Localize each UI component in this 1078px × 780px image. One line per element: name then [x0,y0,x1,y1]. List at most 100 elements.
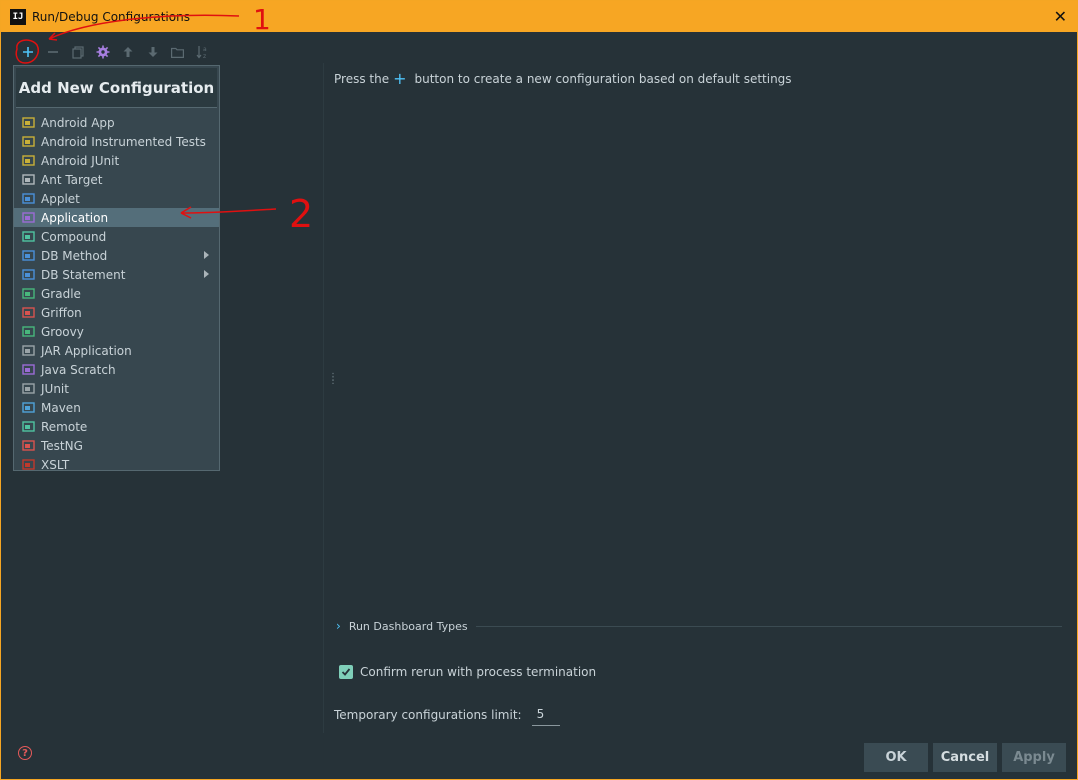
griffon-icon [21,306,35,320]
config-type-java-scratch[interactable]: Java Scratch [14,360,219,379]
application-icon [21,211,35,225]
config-type-application[interactable]: Application [14,208,219,227]
config-type-label: Android App [41,115,115,130]
testng-icon [21,439,35,453]
settings-button[interactable] [90,41,115,63]
remote-icon [21,420,35,434]
config-type-label: Groovy [41,324,84,339]
configuration-type-list: Android App Android Instrumented Tests And… [14,113,219,474]
copy-button[interactable] [65,41,90,63]
remove-icon [47,51,58,53]
config-type-label: Applet [41,191,80,206]
config-type-label: Compound [41,229,107,244]
run-dashboard-section[interactable]: › Run Dashboard Types [336,619,1062,633]
db-method-icon [21,249,35,263]
hint-before: Press the [334,72,390,86]
config-type-ant-target[interactable]: Ant Target [14,170,219,189]
remove-button[interactable] [40,41,65,63]
config-type-android-instrumented-tests[interactable]: Android Instrumented Tests [14,132,219,151]
popup-title: Add New Configuration [16,68,217,108]
confirm-rerun-label: Confirm rerun with process termination [360,665,597,679]
config-type-label: DB Method [41,248,108,263]
move-up-button[interactable] [115,41,140,63]
maven-icon [21,401,35,415]
folder-icon [171,47,184,58]
config-type-gradle[interactable]: Gradle [14,284,219,303]
sort-icon: az [196,46,207,59]
temp-limit-row: Temporary configurations limit: 5 [334,703,560,726]
apply-button[interactable]: Apply [1002,743,1066,772]
confirm-rerun-option[interactable]: Confirm rerun with process termination [339,665,596,679]
config-type-label: Remote [41,419,88,434]
config-type-label: Java Scratch [41,362,116,377]
splitter-handle[interactable]: ⋮ ⋮ [328,373,338,386]
window-title: Run/Debug Configurations [32,9,190,24]
add-button[interactable] [15,41,40,63]
java-scratch-icon [21,363,35,377]
config-type-groovy[interactable]: Groovy [14,322,219,341]
submenu-arrow-icon [204,251,209,259]
android-tests-icon [21,135,35,149]
submenu-arrow-icon [204,270,209,278]
config-type-maven[interactable]: Maven [14,398,219,417]
checkmark-icon [341,668,351,676]
config-type-testng[interactable]: TestNG [14,436,219,455]
help-icon[interactable]: ? [18,746,32,760]
config-type-xslt[interactable]: XSLT [14,455,219,474]
confirm-rerun-checkbox[interactable] [339,665,353,679]
config-type-label: Android JUnit [41,153,120,168]
gradle-icon [21,287,35,301]
config-type-junit[interactable]: JUnit [14,379,219,398]
compound-icon [21,230,35,244]
run-dashboard-label: Run Dashboard Types [348,619,468,633]
config-type-label: Gradle [41,286,81,301]
cancel-button[interactable]: Cancel [933,743,997,772]
add-configuration-popup: Add New Configuration Android App Android… [13,65,220,474]
copy-icon [71,45,84,59]
config-type-compound[interactable]: Compound [14,227,219,246]
dialog-window: IJ Run/Debug Configurations ✕ az Add New… [0,0,1078,780]
config-type-jar-application[interactable]: JAR Application [14,341,219,360]
move-down-icon [148,47,157,57]
move-down-button[interactable] [140,41,165,63]
xslt-icon [21,458,35,472]
config-type-applet[interactable]: Applet [14,189,219,208]
config-type-griffon[interactable]: Griffon [14,303,219,322]
db-statement-icon [21,268,35,282]
add-icon [22,47,33,57]
config-type-label: Ant Target [41,172,103,187]
folder-button[interactable] [165,41,190,63]
plus-icon: + [393,69,407,88]
config-type-remote[interactable]: Remote [14,417,219,436]
config-type-label: TestNG [41,438,83,453]
config-type-label: DB Statement [41,267,126,282]
config-type-db-statement[interactable]: DB Statement [14,265,219,284]
config-type-label: JAR Application [41,343,132,358]
android-app-icon [21,116,35,130]
config-type-label: JUnit [41,381,69,396]
svg-text:a: a [203,46,207,53]
close-icon[interactable]: ✕ [1054,7,1067,26]
config-type-label: Android Instrumented Tests [41,134,206,149]
sort-button[interactable]: az [190,41,215,63]
settings-icon [96,45,109,59]
ok-button[interactable]: OK [864,743,928,772]
temp-limit-label: Temporary configurations limit: [334,707,522,722]
title-bar: IJ Run/Debug Configurations ✕ [1,1,1077,32]
android-junit-icon [21,154,35,168]
config-type-label: XSLT [41,457,70,472]
temp-limit-input[interactable]: 5 [531,703,560,726]
separator [475,625,1062,627]
config-type-db-method[interactable]: DB Method [14,246,219,265]
config-type-label: Application [41,210,109,225]
intellij-logo-icon: IJ [10,8,26,25]
jar-icon [21,344,35,358]
svg-text:z: z [203,53,206,59]
chevron-right-icon: › [336,619,341,633]
config-type-android-junit[interactable]: Android JUnit [14,151,219,170]
junit-icon [21,382,35,396]
config-type-android-app[interactable]: Android App [14,113,219,132]
move-up-icon [123,47,132,57]
ant-icon [21,173,35,187]
hint-after: button to create a new configuration bas… [414,72,792,86]
